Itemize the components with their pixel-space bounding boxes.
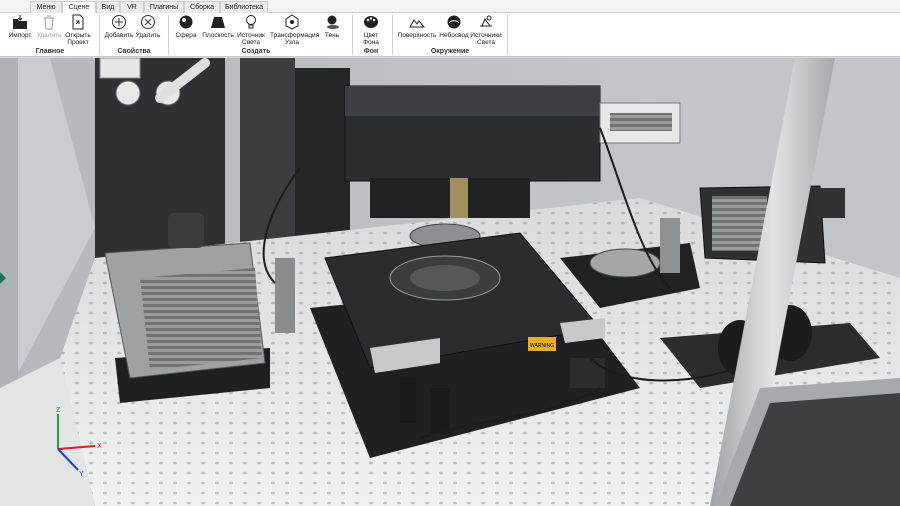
group-label-main: Главное: [35, 48, 65, 55]
plus-circle-icon: [112, 15, 126, 29]
axis-y-label: Y: [79, 471, 84, 478]
post-holder: [275, 258, 295, 333]
plane-label: Плоскость: [202, 32, 234, 39]
tab-menu[interactable]: Меню: [30, 1, 62, 13]
trash-icon: [44, 15, 54, 30]
open-project-button[interactable]: Открыть Проект: [58, 14, 98, 46]
ribbon-toolbar: Импорт Удалить Открыть Проект Главное До…: [0, 13, 900, 57]
create-light-button[interactable]: Источник Света: [231, 14, 271, 46]
tab-plugins[interactable]: Плагины: [144, 1, 184, 13]
surface-button[interactable]: Поверхность: [396, 14, 438, 39]
transform-label-2: Узла: [284, 39, 300, 46]
side-chuck: [589, 248, 661, 278]
create-transform-button[interactable]: Трансформация Узла: [270, 14, 319, 46]
connector-block: [99, 58, 141, 79]
tab-library[interactable]: Библиотека: [220, 1, 268, 13]
tab-vr[interactable]: VR: [120, 1, 144, 13]
actuator-3: [570, 358, 605, 388]
tab-build[interactable]: Сборка: [184, 1, 220, 13]
heatsink-fins: [140, 268, 262, 370]
transform-node-icon: [285, 14, 299, 30]
side-post: [660, 218, 680, 273]
app-window: Меню Сцене Вид VR Плагины Сборка Библиот…: [0, 0, 900, 506]
background-color-button[interactable]: Цвет Фона: [351, 14, 391, 46]
terrain-icon: [409, 19, 425, 28]
sphere-label: Сфера: [175, 32, 197, 39]
sky-label: Небосвод: [439, 32, 469, 39]
right-heatsink-fins: [712, 196, 767, 251]
group-label-create: Создать: [241, 48, 271, 55]
light-label-2: Света: [242, 39, 260, 46]
create-shadow-button[interactable]: Тень: [312, 14, 352, 39]
shadow-icon: [327, 15, 339, 29]
sphere-icon: [179, 15, 193, 29]
background-color-label-1: Цвет: [363, 32, 379, 39]
actuator-1: [400, 378, 416, 423]
group-label-properties: Свойства: [117, 48, 151, 55]
environment-light-icon: [480, 15, 492, 27]
plane-icon: [211, 17, 225, 28]
tab-view[interactable]: Вид: [96, 1, 120, 13]
open-file-icon: [72, 14, 84, 30]
environment-lights-label-2: Света: [477, 39, 495, 46]
palette-icon: [364, 16, 378, 28]
objective-mount: [450, 178, 468, 218]
warning-sticker-text: WARNING: [530, 343, 554, 349]
group-label-environment: Окружение: [430, 48, 470, 55]
background-color-label-2: Фона: [363, 39, 379, 46]
3d-viewport[interactable]: WARNING Z X Y: [0, 58, 900, 506]
wafer: [410, 265, 480, 291]
sky-dome-icon: [447, 15, 461, 29]
remove-property-button[interactable]: Удалить: [128, 14, 168, 39]
open-project-label-2: Проект: [67, 39, 89, 46]
scene-render: WARNING Z X Y: [0, 58, 900, 506]
heatsink-knob: [168, 213, 204, 248]
instrument-vents: [610, 113, 672, 131]
tab-strip: Меню Сцене Вид VR Плагины Сборка Библиот…: [0, 0, 900, 14]
light-label-1: Источник: [237, 32, 265, 39]
axis-z-label: Z: [56, 407, 61, 414]
group-label-background: Фон: [363, 48, 379, 55]
import-label: Импорт: [8, 32, 32, 39]
remove-label: Удалить: [135, 32, 161, 39]
open-project-label-1: Открыть: [65, 32, 91, 39]
environment-lights-label-1: Источники: [470, 32, 502, 39]
surface-label: Поверхность: [397, 32, 437, 39]
port-1: [115, 80, 141, 106]
lightbulb-icon: [246, 15, 256, 29]
axis-x-label: X: [97, 443, 102, 450]
actuator-2: [430, 388, 450, 433]
right-heatsink-knob: [815, 188, 845, 218]
environment-lights-button[interactable]: Источники Света: [466, 14, 506, 46]
shadow-label: Тень: [324, 32, 340, 39]
import-icon: [13, 15, 27, 29]
side-panel-toggle-icon[interactable]: [0, 272, 6, 284]
group-separator: [507, 15, 508, 55]
group-separator: [392, 15, 393, 55]
x-circle-icon: [141, 15, 155, 29]
microscope-head-top: [345, 86, 600, 116]
